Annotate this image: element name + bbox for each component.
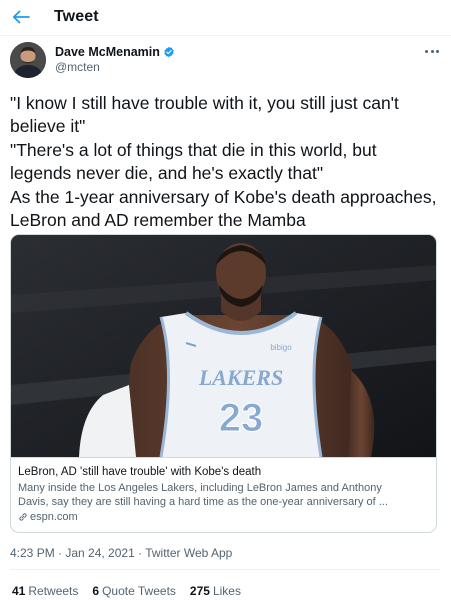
jersey-team-text: LAKERS	[198, 365, 283, 390]
card-domain-text: espn.com	[30, 511, 78, 523]
author-handle[interactable]: @mcten	[55, 60, 100, 74]
link-preview-card[interactable]: LAKERS 23 bibigo LeBron, AD 'still have …	[10, 234, 437, 533]
retweets-stat[interactable]: 41 Retweets	[12, 584, 78, 598]
author-name-text[interactable]: Dave McMenamin	[55, 45, 160, 59]
card-description-line: Davis, say they are still having a hard …	[18, 496, 388, 508]
card-description-line: Many inside the Los Angeles Lakers, incl…	[18, 482, 382, 494]
likes-label: Likes	[212, 584, 241, 598]
retweets-label: Retweets	[28, 584, 79, 598]
jersey-patch-text: bibigo	[270, 343, 292, 352]
quote-tweets-stat[interactable]: 6 Quote Tweets	[92, 584, 176, 598]
more-dots-icon[interactable]	[425, 46, 439, 56]
likes-stat[interactable]: 275 Likes	[190, 584, 241, 598]
jersey-number-text: 23	[219, 396, 264, 440]
card-image[interactable]: LAKERS 23 bibigo	[11, 235, 436, 458]
page-title: Tweet	[54, 8, 99, 25]
tweet-text: "I know I still have trouble with it, yo…	[10, 92, 446, 232]
card-body[interactable]: LeBron, AD 'still have trouble' with Kob…	[11, 457, 436, 532]
tweet-stats: 41 Retweets 6 Quote Tweets 275 Likes	[12, 584, 241, 598]
divider	[10, 569, 441, 570]
card-description: Many inside the Los Angeles Lakers, incl…	[18, 481, 430, 509]
tweet-header: Tweet	[0, 0, 451, 36]
quote-tweets-count: 6	[92, 584, 100, 598]
retweets-count: 41	[12, 584, 26, 598]
tweet-line: believe it"	[10, 116, 86, 137]
card-title[interactable]: LeBron, AD 'still have trouble' with Kob…	[18, 465, 430, 480]
author-avatar[interactable]	[10, 42, 46, 78]
likes-count: 275	[189, 584, 210, 598]
back-arrow-icon[interactable]	[10, 6, 32, 28]
card-domain: espn.com	[18, 510, 430, 524]
quote-tweets-label: Quote Tweets	[102, 584, 176, 598]
tweet-line: "I know I still have trouble with it, yo…	[10, 93, 399, 113]
author-name[interactable]: Dave McMenamin	[55, 45, 175, 59]
tweet-line: LeBron and AD remember the Mamba	[10, 210, 306, 231]
link-icon	[19, 513, 27, 521]
tweet-line: "There's a lot of things that die in thi…	[10, 139, 377, 160]
tweet-line: legends never die, and he's exactly that…	[10, 163, 324, 184]
tweet-timestamp[interactable]: 4:23 PM · Jan 24, 2021 · Twitter Web App	[10, 546, 232, 560]
verified-badge-icon	[164, 46, 174, 58]
tweet-line: As the 1-year anniversary of Kobe's deat…	[10, 186, 437, 207]
